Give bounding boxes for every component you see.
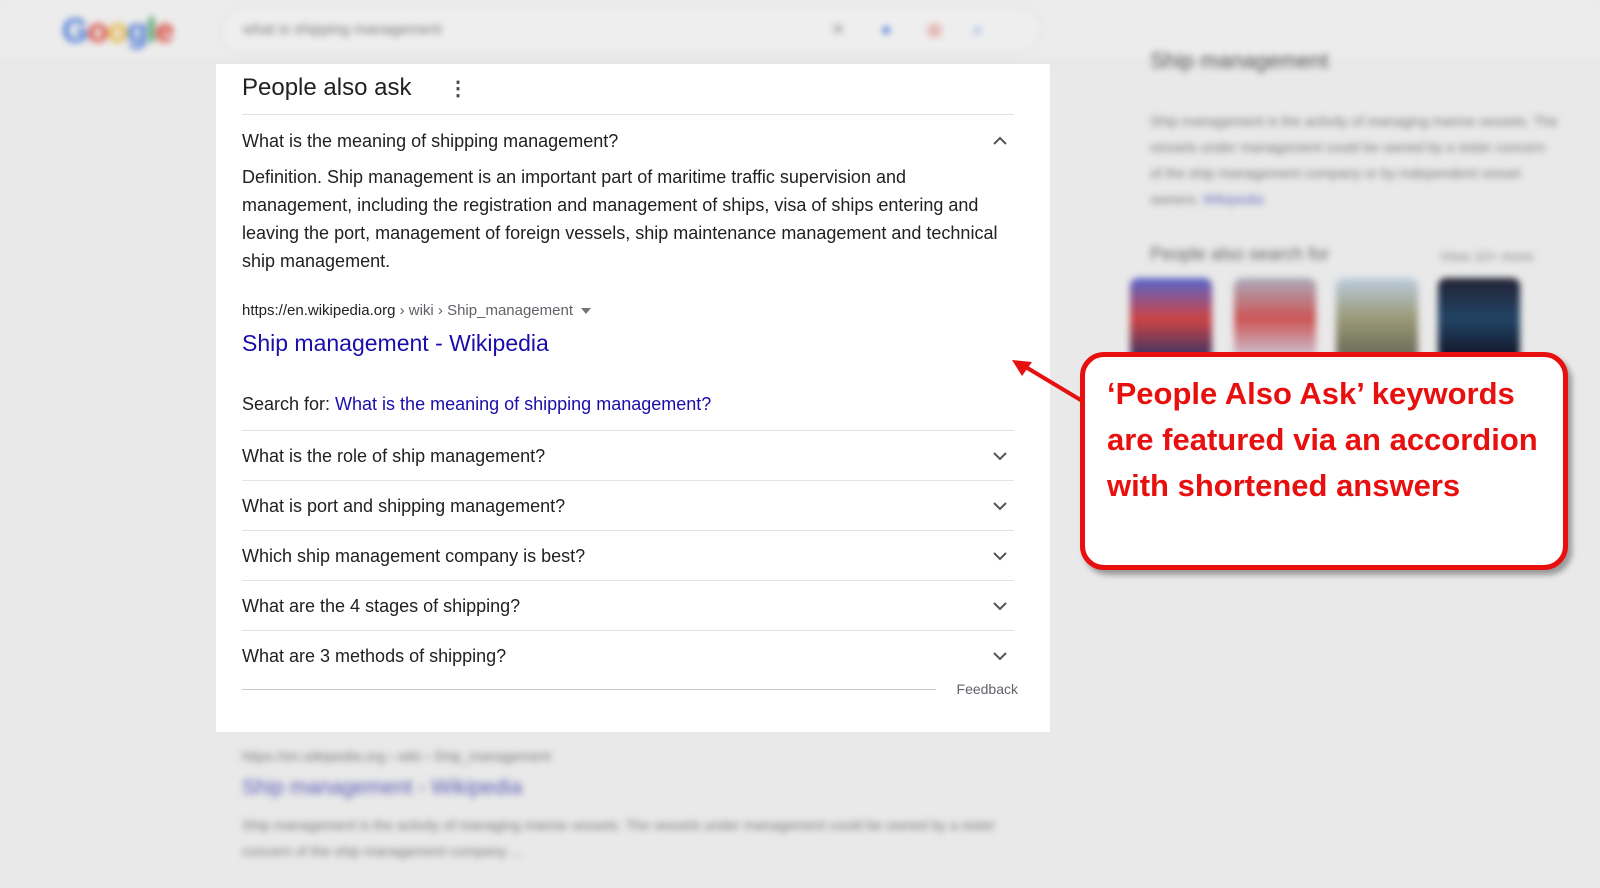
people-also-ask-card: People also ask ⋮ What is the meaning of… [216,64,1050,732]
question-text: Which ship management company is best? [242,546,586,566]
feedback-divider [242,689,936,690]
thumbnail[interactable] [1130,278,1212,360]
divider [242,114,1014,115]
search-input[interactable]: what is shipping management ✕ ● ◎ ⌕ [220,6,1042,54]
question-text: What are 3 methods of shipping? [242,646,507,666]
chevron-down-icon[interactable] [992,448,1008,464]
source-breadcrumb: › wiki › Ship_management [395,302,573,319]
paa-question-expanded[interactable]: What is the meaning of shipping manageme… [242,116,1014,166]
people-also-search-label: People also search for [1150,244,1330,264]
question-text: What is the meaning of shipping manageme… [242,131,619,151]
paa-question[interactable]: What is port and shipping management? [242,481,1014,531]
search-for-line: Search for: What is the meaning of shipp… [242,394,711,415]
chevron-down-icon[interactable] [992,598,1008,614]
annotation-callout: ‘People Also Ask’ keywords are featured … [1080,352,1568,570]
result-title[interactable]: Ship management - Wikipedia [242,776,1002,800]
more-options-icon[interactable]: ⋮ [448,79,468,99]
answer-source-url: https://en.wikipedia.org › wiki › Ship_m… [242,302,591,319]
question-text: What is the role of ship management? [242,446,546,466]
question-text: What are the 4 stages of shipping? [242,596,521,616]
source-domain: https://en.wikipedia.org [242,302,396,319]
paa-question[interactable]: What are the 4 stages of shipping? [242,581,1014,631]
chevron-up-icon[interactable] [992,133,1008,149]
paa-question[interactable]: What are 3 methods of shipping? [242,631,1014,681]
search-query-blurred: what is shipping management [243,21,442,38]
thumbnail[interactable] [1438,278,1520,360]
clear-icon[interactable]: ✕ [831,20,845,40]
search-icon[interactable]: ⌕ [973,20,983,40]
paa-question[interactable]: What is the role of ship management? [242,431,1014,481]
answer-source-title-link[interactable]: Ship management - Wikipedia [242,330,549,357]
thumbnail[interactable] [1336,278,1418,360]
lens-icon[interactable]: ◎ [927,20,942,40]
result-snippet: Ship management is the activity of manag… [242,817,996,859]
knowledge-panel: Ship management Ship management is the a… [1130,40,1570,360]
mic-icon[interactable]: ● [881,20,891,40]
arrow-icon [1012,360,1086,404]
view-more-link[interactable]: View 10+ more [1440,248,1534,264]
thumbnail[interactable] [1234,278,1316,360]
caret-down-icon[interactable] [581,308,591,315]
google-logo: Google [62,12,174,50]
chevron-down-icon[interactable] [992,548,1008,564]
paa-title: People also ask [242,74,412,101]
paa-answer-text: Definition. Ship management is an import… [242,167,998,271]
callout-text: ‘People Also Ask’ keywords are featured … [1107,376,1538,503]
knowledge-panel-text: Ship management is the activity of manag… [1150,113,1558,207]
feedback-link[interactable]: Feedback [957,681,1018,697]
paa-question[interactable]: Which ship management company is best? [242,531,1014,581]
organic-result-blurred: https://en.wikipedia.org › wiki › Ship_m… [242,748,1002,864]
search-for-link[interactable]: What is the meaning of shipping manageme… [335,394,711,414]
paa-header: People also ask ⋮ [242,74,468,114]
chevron-down-icon[interactable] [992,648,1008,664]
question-text: What is port and shipping management? [242,496,566,516]
knowledge-panel-title: Ship management [1150,48,1329,73]
chevron-down-icon[interactable] [992,498,1008,514]
result-url: https://en.wikipedia.org › wiki › Ship_m… [242,748,551,764]
search-for-label: Search for: [242,394,336,414]
